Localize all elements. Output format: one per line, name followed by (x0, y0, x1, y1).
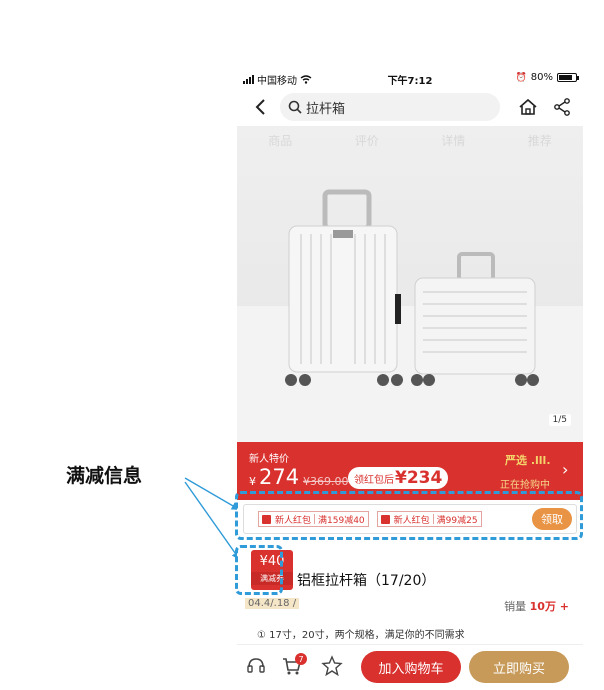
search-icon (288, 100, 302, 114)
currency-symbol: ¥ (249, 475, 256, 488)
screenshot-root: 满减信息 中国移动 下午7:12 ⏰ 80% 拉杆箱 商品 评价 详情 推荐 1… (0, 0, 604, 690)
product-spec: ① 17寸，20寸，两个规格，满足你的不同需求 (257, 630, 465, 641)
after-coupon-price: ¥234 (395, 468, 443, 488)
suitcase-image (237, 189, 583, 442)
search-input[interactable]: 拉杆箱 (280, 93, 500, 121)
alarm-icon: ⏰ (515, 72, 527, 83)
status-bar: 中国移动 下午7:12 ⏰ 80% (237, 68, 583, 88)
home-icon[interactable] (518, 97, 538, 117)
battery-percent: 80% (530, 72, 553, 83)
image-page-indicator: 1/5 (548, 414, 571, 426)
product-image-gallery[interactable]: 商品 评价 详情 推荐 1/5 (237, 126, 583, 442)
product-date: 04.4/.18 / (245, 598, 300, 609)
sales-count: 销量 10万 + (504, 598, 569, 614)
cart-count-badge: 7 (295, 653, 307, 665)
share-icon[interactable] (552, 97, 572, 117)
annotation-label: 满减信息 (66, 465, 143, 487)
sales-label: 销量 (504, 600, 527, 613)
after-coupon-label: 领红包后 (354, 474, 394, 486)
chevron-right-icon[interactable]: › (562, 460, 568, 479)
highlight-coupon-strip (235, 491, 583, 540)
sale-status: 正在抢购中 (500, 480, 550, 491)
customer-service-icon[interactable] (245, 655, 267, 677)
buy-now-button[interactable]: 立即购买 (469, 651, 569, 683)
highlight-coupon-card (235, 545, 283, 595)
back-arrow-icon[interactable] (251, 97, 271, 117)
price-label: 新人特价 (249, 454, 289, 465)
search-text: 拉杆箱 (306, 101, 346, 117)
after-coupon-price-badge: 领红包后 ¥234 (348, 467, 449, 489)
battery-icon (557, 73, 579, 82)
bottom-action-bar: 7 加入购物车 立即购买 (237, 644, 583, 690)
product-title: 铝框拉杆箱（17/20） (297, 573, 436, 589)
original-price: ¥369.00 (303, 475, 349, 488)
phone-screen: 中国移动 下午7:12 ⏰ 80% 拉杆箱 商品 评价 详情 推荐 1/5 新人… (237, 68, 583, 690)
sales-value: 10万 + (529, 600, 569, 613)
add-to-cart-button[interactable]: 加入购物车 (361, 651, 461, 683)
current-price: 274 (259, 465, 300, 489)
brand-tag: 严选 .lll. (505, 454, 551, 467)
star-icon[interactable] (321, 655, 343, 677)
nav-bar: 拉杆箱 (237, 88, 583, 126)
